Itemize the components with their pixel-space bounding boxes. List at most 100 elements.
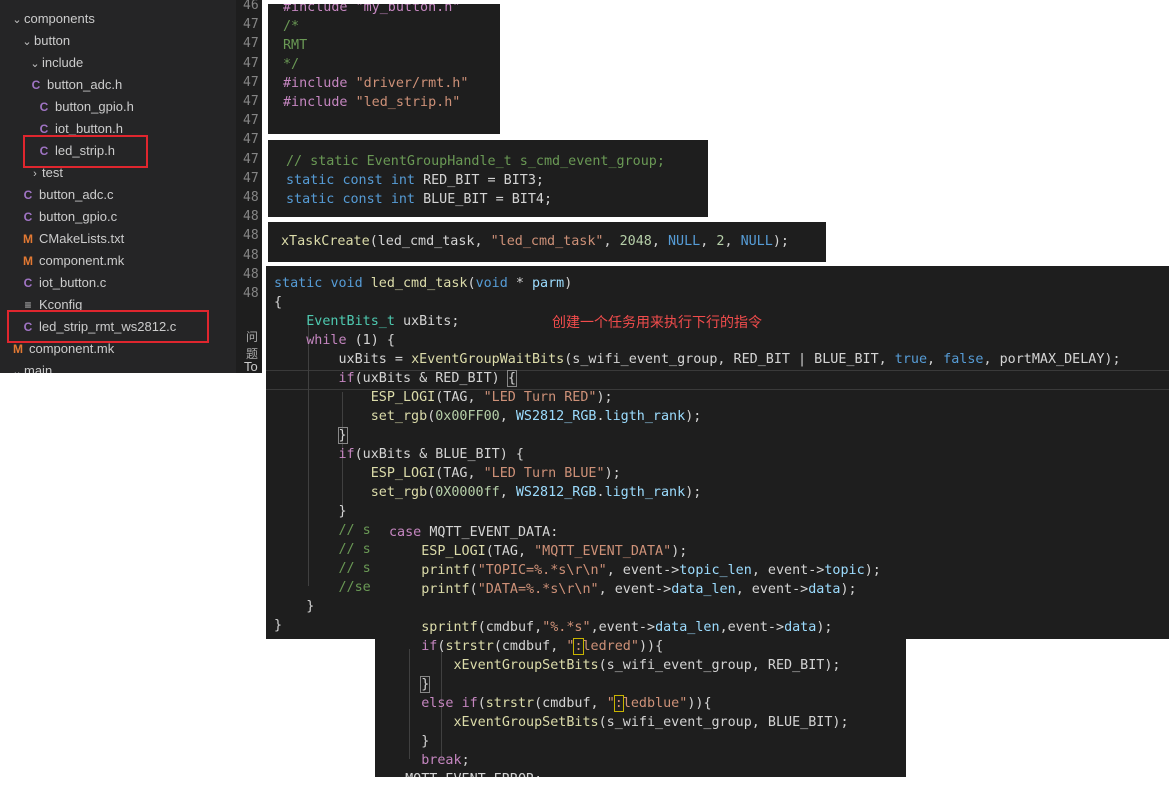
code-token: void	[475, 276, 516, 291]
code-token: if	[338, 371, 355, 386]
chevron-down-icon[interactable]: ⌄	[10, 361, 24, 373]
code-token: )	[564, 276, 573, 291]
chevron-down-icon[interactable]: ⌄	[10, 9, 24, 31]
code-token: sprintf	[421, 620, 478, 635]
code-token: NULL	[668, 234, 701, 249]
explorer-item[interactable]: Cbutton_adc.c	[0, 184, 114, 206]
code-line[interactable]: #include "my_button.h"	[283, 4, 460, 17]
code-token: ,event->	[590, 620, 656, 635]
code-token: #include	[283, 76, 356, 91]
code-token: // s	[274, 542, 371, 557]
code-token: ,	[724, 234, 741, 249]
code-line[interactable]: EventBits_t uxBits;	[274, 312, 459, 331]
line-number: 46	[243, 0, 259, 13]
line-number-gutter: 问题 To 46 47 47 47 47 47 47 47 47 47 48 48 48 48 48 48	[236, 0, 262, 373]
code-line[interactable]: }	[274, 616, 282, 635]
code-line[interactable]: sprintf(cmdbuf,"%.*s",event->data_len,ev…	[389, 618, 832, 637]
code-panel-includes: #include "my_button.h" /* RMT */ #include "d…	[268, 4, 500, 134]
code-line[interactable]: // static EventGroupHandle_t s_cmd_event…	[286, 152, 665, 171]
code-token: }	[389, 734, 430, 749]
code-token: static	[274, 276, 331, 291]
c-file-icon: C	[39, 100, 49, 114]
code-line[interactable]: MQTT_EVENT_ERROR:	[389, 770, 542, 777]
code-line[interactable]: ESP_LOGI(TAG, "MQTT_EVENT_DATA");	[389, 542, 687, 561]
code-token: else	[421, 696, 462, 711]
code-line[interactable]: break;	[389, 751, 469, 770]
explorer-item[interactable]: Cbutton_gpio.c	[0, 206, 117, 228]
code-line[interactable]: ESP_LOGI(TAG, "LED Turn BLUE");	[274, 464, 621, 483]
code-line[interactable]: RMT	[283, 36, 307, 55]
code-token: RMT	[283, 38, 308, 53]
code-token: static	[286, 192, 343, 207]
code-line[interactable]: // s	[274, 521, 371, 540]
code-line[interactable]: if(uxBits & BLUE_BIT) {	[274, 445, 524, 464]
code-line[interactable]: static const int BLUE_BIT = BIT4;	[286, 190, 552, 209]
code-token: if	[461, 696, 478, 711]
line-number: 48	[243, 190, 259, 205]
code-line[interactable]: else if(strstr(cmdbuf, ":ledblue")){	[389, 694, 712, 713]
code-line[interactable]: uxBits = xEventGroupWaitBits(s_wifi_even…	[274, 350, 1120, 369]
code-line[interactable]: }	[274, 426, 348, 445]
line-number: 48	[243, 286, 259, 301]
c-file-icon: C	[23, 188, 33, 202]
code-line[interactable]: static const int RED_BIT = BIT3;	[286, 171, 544, 190]
chevron-down-icon[interactable]: ⌄	[28, 53, 42, 75]
explorer-item-label: iot_button.h	[55, 121, 123, 136]
code-token: "TOPIC=%.*s\r\n"	[477, 563, 607, 578]
code-token: );	[840, 582, 857, 597]
code-line[interactable]: }	[389, 675, 431, 694]
explorer-item[interactable]: M CMakeLists.txt	[0, 228, 124, 250]
code-line[interactable]: if(strstr(cmdbuf, ":ledred")){	[389, 637, 663, 656]
code-line[interactable]: set_rgb(0x00FF00, WS2812_RGB.ligth_rank)…	[274, 407, 702, 426]
c-file-icon: C	[31, 78, 41, 92]
code-token: // s	[274, 523, 371, 538]
code-token: ESP_LOGI	[370, 466, 436, 481]
code-line[interactable]: static void led_cmd_task(void * parm)	[274, 274, 572, 293]
code-line[interactable]: //se	[274, 578, 370, 597]
code-line[interactable]: }	[389, 732, 429, 751]
code-line[interactable]: }	[274, 597, 314, 616]
code-token: /*	[283, 19, 300, 34]
code-line[interactable]: #include "driver/rmt.h"	[283, 74, 468, 93]
explorer-item[interactable]: Mcomponent.mk	[0, 250, 124, 272]
code-token: }	[274, 599, 315, 614]
code-token: data_len	[671, 582, 736, 597]
explorer-item[interactable]: Cbutton_gpio.h	[0, 96, 134, 118]
code-line[interactable]: case MQTT_EVENT_DATA:	[389, 523, 558, 542]
code-line[interactable]: ESP_LOGI(TAG, "LED Turn RED");	[274, 388, 613, 407]
code-token: ,	[700, 234, 717, 249]
code-line[interactable]: xTaskCreate(led_cmd_task, "led_cmd_task"…	[281, 232, 789, 251]
code-line[interactable]: #include "led_strip.h"	[283, 93, 460, 112]
code-token: "	[606, 696, 615, 711]
code-line[interactable]: while (1) {	[274, 331, 395, 350]
code-line[interactable]: printf("TOPIC=%.*s\r\n", event->topic_le…	[389, 561, 881, 580]
code-token: (TAG,	[435, 390, 484, 405]
code-line[interactable]: {	[274, 293, 282, 312]
code-line[interactable]: // s	[274, 540, 371, 559]
code-line[interactable]: printf("DATA=%.*s\r\n", event->data_len,…	[389, 580, 857, 599]
code-line[interactable]: /*	[283, 17, 299, 36]
explorer-item[interactable]: ⌄ include	[0, 52, 83, 74]
problems-tab-label[interactable]: 问题	[246, 328, 262, 362]
explorer-item[interactable]: ⌄ main	[0, 360, 52, 373]
code-token: xEventGroupSetBits	[453, 658, 599, 673]
code-line[interactable]: xEventGroupSetBits(s_wifi_event_group, B…	[389, 713, 849, 732]
explorer-item[interactable]: ⌄ components	[0, 8, 94, 31]
code-line[interactable]: if(uxBits & RED_BIT) {	[274, 369, 517, 388]
explorer-item[interactable]: ⌄ button	[0, 30, 70, 52]
code-token: {	[703, 696, 712, 711]
code-line[interactable]: }	[274, 502, 346, 521]
explorer-item[interactable]: Ciot_button.c	[0, 272, 107, 294]
code-line[interactable]: xEventGroupSetBits(s_wifi_event_group, R…	[389, 656, 841, 675]
code-line[interactable]: #include "freertos/FreeRTOS.h"	[283, 131, 500, 134]
code-line[interactable]: // s	[274, 559, 370, 578]
explorer-item[interactable]: Cbutton_adc.h	[0, 74, 123, 96]
code-token: }	[420, 676, 431, 693]
code-token: (led_cmd_task,	[369, 234, 491, 249]
chevron-down-icon[interactable]: ⌄	[20, 31, 34, 53]
code-line[interactable]: */	[283, 55, 299, 74]
